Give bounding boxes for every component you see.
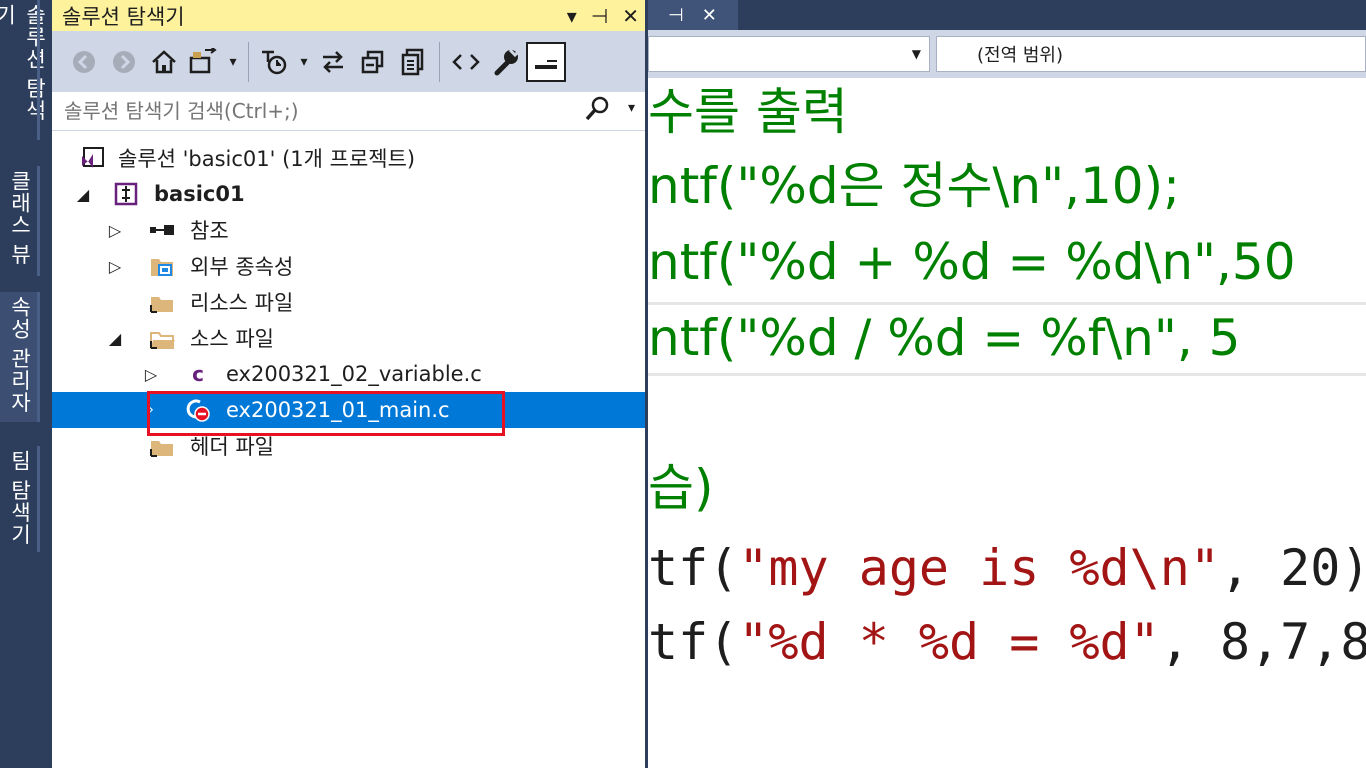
code-token: ntf("%d + %d = %d\n",50 bbox=[648, 233, 1296, 291]
folder-open-icon bbox=[148, 324, 176, 352]
switch-views-dropdown-icon[interactable]: ▾ bbox=[224, 42, 242, 82]
tree-item-label: 외부 종속성 bbox=[190, 255, 294, 279]
sync-with-document-icon[interactable] bbox=[313, 42, 353, 82]
collapsed-arrow-icon[interactable]: › bbox=[142, 402, 160, 418]
editor-tab-strip: ⊣ ✕ bbox=[648, 0, 1366, 30]
side-tab-label: 솔루션 탐색기 bbox=[0, 4, 47, 122]
home-icon[interactable] bbox=[144, 42, 184, 82]
code-token: ntf("%d / %d = %f\n", 5 bbox=[648, 309, 1241, 367]
code-line[interactable]: tf("my age is %d\n", 20) bbox=[648, 532, 1366, 604]
expanded-arrow-icon[interactable]: ◢ bbox=[74, 185, 92, 204]
code-editor: ⊣ ✕ ▼ (전역 범위) 수를 출력 ntf("%d은 정수\n",10); nt… bbox=[648, 0, 1366, 768]
code-line[interactable]: ntf("%d + %d = %d\n",50 bbox=[648, 226, 1366, 298]
code-line[interactable]: ntf("%d / %d = %f\n", 5 bbox=[648, 302, 1366, 374]
switch-views-icon[interactable] bbox=[184, 42, 224, 82]
preview-selected-items-icon[interactable] bbox=[526, 41, 566, 82]
panel-toolbar: ▾ ▾ bbox=[52, 31, 645, 92]
tree-item-label: 헤더 파일 bbox=[190, 435, 274, 459]
collapsed-arrow-icon[interactable]: ▷ bbox=[106, 257, 124, 276]
filter-dropdown-icon[interactable]: ▾ bbox=[295, 42, 313, 82]
pin-icon[interactable]: ⊣ bbox=[668, 5, 684, 26]
code-token: , 8,7,8 bbox=[1159, 613, 1366, 671]
editor-tab[interactable]: ⊣ ✕ bbox=[648, 0, 738, 30]
collapsed-arrow-icon[interactable]: ▷ bbox=[142, 365, 160, 384]
solution-search-input[interactable] bbox=[62, 98, 566, 124]
panel-title: 솔루션 탐색기 bbox=[62, 4, 185, 29]
side-tab-class-view[interactable]: 클래스 뷰 bbox=[0, 166, 40, 276]
view-code-icon[interactable] bbox=[446, 42, 486, 82]
solution-search-bar: ▾ bbox=[52, 92, 645, 131]
properties-wrench-icon[interactable] bbox=[486, 42, 526, 82]
folder-icon bbox=[148, 288, 176, 316]
side-tab-label: 속성 관리자 bbox=[8, 296, 32, 414]
search-icon[interactable] bbox=[585, 96, 609, 128]
code-line[interactable]: ntf("%d은 정수\n",10); bbox=[648, 150, 1366, 222]
side-tab-label: 클래스 뷰 bbox=[8, 170, 32, 266]
references-icon bbox=[148, 216, 176, 244]
editor-navigation-bar: ▼ (전역 범위) bbox=[648, 30, 1366, 78]
show-all-files-icon[interactable] bbox=[393, 42, 433, 82]
code-line[interactable]: 습) bbox=[648, 452, 1366, 524]
code-token: , 20) bbox=[1219, 539, 1366, 597]
close-icon[interactable]: ✕ bbox=[622, 4, 639, 28]
project-label: basic01 bbox=[154, 182, 245, 206]
code-token: 습) bbox=[648, 459, 714, 517]
side-tab-team-explorer[interactable]: 팀 탐색기 bbox=[0, 446, 40, 552]
tree-item-references[interactable]: ▷ 참조 bbox=[52, 212, 645, 248]
tree-item-label: 리소스 파일 bbox=[190, 291, 294, 315]
solution-explorer-panel: 솔루션 탐색기 ▾ ⊣ ✕ ▾ ▾ 솔루션 탐색기 검색(Ctrl+;) ▾ 솔… bbox=[52, 0, 648, 768]
solution-label: 솔루션 'basic01' (1개 프로젝트) bbox=[118, 147, 416, 171]
chevron-down-icon: ▼ bbox=[911, 47, 921, 61]
tree-item-file-variable-c[interactable]: ▷ c ex200321_02_variable.c bbox=[52, 356, 645, 392]
tree-solution-node[interactable]: 솔루션 'basic01' (1개 프로젝트) bbox=[52, 140, 645, 176]
pending-changes-filter-icon[interactable] bbox=[255, 42, 295, 82]
c-project-icon bbox=[112, 180, 140, 208]
side-tab-property-manager[interactable]: 속성 관리자 bbox=[0, 292, 40, 422]
search-options-dropdown-icon[interactable]: ▾ bbox=[628, 100, 635, 116]
side-tab-label: 팀 탐색기 bbox=[8, 450, 32, 546]
collapsed-arrow-icon[interactable]: ▷ bbox=[106, 221, 124, 240]
scope-dropdown-value: (전역 범위) bbox=[977, 45, 1064, 66]
tree-item-label: ex200321_02_variable.c bbox=[226, 362, 482, 386]
expanded-arrow-icon[interactable]: ◢ bbox=[106, 329, 124, 348]
code-token: ntf("%d은 정수\n",10); bbox=[648, 157, 1180, 215]
side-tab-solution-explorer[interactable]: 솔루션 탐색기 bbox=[0, 0, 47, 140]
tree-item-file-main-c[interactable]: › ex200321_01_main.c bbox=[52, 392, 645, 428]
tree-item-label: 참조 bbox=[190, 219, 229, 243]
close-icon[interactable]: ✕ bbox=[702, 5, 717, 26]
code-token: "%d * %d = %d" bbox=[738, 613, 1160, 671]
tree-item-external-dependencies[interactable]: ▷ 외부 종속성 bbox=[52, 248, 645, 284]
tree-item-label: ex200321_01_main.c bbox=[226, 398, 450, 422]
c-file-icon: c bbox=[192, 362, 204, 386]
project-dropdown[interactable]: ▼ bbox=[648, 36, 930, 72]
code-token: tf( bbox=[648, 613, 739, 671]
pin-icon[interactable]: ⊣ bbox=[591, 4, 608, 28]
tree-item-label: 소스 파일 bbox=[190, 327, 274, 351]
window-position-dropdown-icon[interactable]: ▾ bbox=[567, 4, 577, 28]
collapse-all-icon[interactable] bbox=[353, 42, 393, 82]
c-file-excluded-icon bbox=[184, 396, 212, 424]
code-line[interactable]: 수를 출력 bbox=[648, 76, 1366, 148]
tree-item-source-files[interactable]: ◢ 소스 파일 bbox=[52, 320, 645, 356]
forward-icon[interactable] bbox=[104, 42, 144, 82]
code-token: 수를 출력 bbox=[648, 83, 848, 141]
tree-item-resource-files[interactable]: 리소스 파일 bbox=[52, 284, 645, 320]
panel-title-bar: 솔루션 탐색기 ▾ ⊣ ✕ bbox=[52, 0, 645, 31]
folder-icon bbox=[148, 432, 176, 460]
back-icon[interactable] bbox=[64, 42, 104, 82]
scope-dropdown[interactable]: (전역 범위) bbox=[936, 36, 1366, 72]
code-token: "my age is %d\n" bbox=[738, 539, 1220, 597]
code-line[interactable] bbox=[648, 378, 1366, 450]
solution-icon bbox=[78, 144, 106, 172]
side-tool-tabs: 솔루션 탐색기 클래스 뷰 속성 관리자 팀 탐색기 bbox=[0, 0, 52, 768]
code-token: tf( bbox=[648, 539, 739, 597]
tree-project-node[interactable]: ◢ basic01 bbox=[52, 176, 645, 212]
external-dependencies-icon bbox=[148, 252, 176, 280]
code-line[interactable]: tf("%d * %d = %d", 8,7,8 bbox=[648, 606, 1366, 678]
tree-item-header-files[interactable]: 헤더 파일 bbox=[52, 428, 645, 464]
